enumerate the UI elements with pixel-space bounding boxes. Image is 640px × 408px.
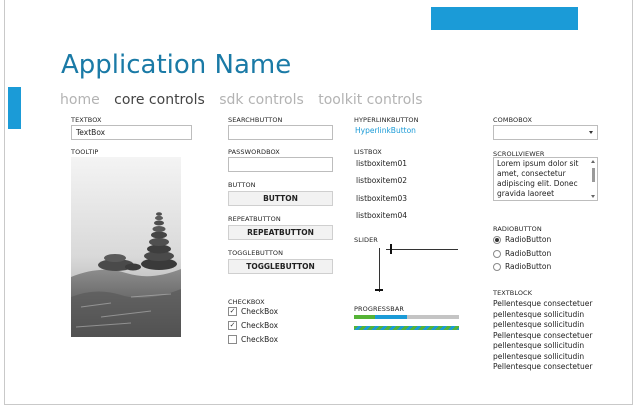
checkbox-label: CHECKBOX xyxy=(228,298,265,306)
nav-item-home[interactable]: home xyxy=(60,92,100,108)
radio-item-label: RadioButton xyxy=(505,249,552,258)
nav-item-toolkit-controls[interactable]: toolkit controls xyxy=(318,92,422,108)
listbox-label: LISTBOX xyxy=(354,148,382,156)
nav-item-sdk-controls[interactable]: sdk controls xyxy=(219,92,304,108)
tooltip-label: TOOLTIP xyxy=(71,148,99,156)
togglebutton-label: TOGGLEBUTTON xyxy=(228,249,284,257)
horizontal-slider-thumb[interactable] xyxy=(390,244,392,254)
searchbutton-label: SEARCHBUTTON xyxy=(228,116,283,124)
slider-label: SLIDER xyxy=(354,236,378,244)
password-input[interactable] xyxy=(228,157,333,172)
listbox-item[interactable]: listboxitem04 xyxy=(356,211,407,220)
radio-item-label: RadioButton xyxy=(505,235,552,244)
scroll-down-icon[interactable] xyxy=(591,195,595,198)
progress-fill-blue xyxy=(375,315,407,319)
radiobutton-label: RADIOBUTTON xyxy=(493,225,542,233)
text-block-line: pellentesque sollicitudin xyxy=(493,320,585,329)
textblock-label: TEXTBLOCK xyxy=(493,289,533,297)
scroll-viewer-thumb[interactable] xyxy=(592,168,595,182)
text-block-line: pellentesque sollicitudin xyxy=(493,309,585,319)
listbox-item[interactable]: listboxitem01 xyxy=(356,159,407,168)
scroll-viewer-scrollbar[interactable] xyxy=(591,160,596,198)
textbox-label: TEXTBOX xyxy=(71,116,102,124)
radio-item-2[interactable]: RadioButton xyxy=(493,249,551,258)
repeat-button[interactable]: REPEATBUTTON xyxy=(228,225,333,240)
progress-bar-indeterminate xyxy=(354,326,459,330)
vertical-slider[interactable] xyxy=(374,248,384,296)
chevron-down-icon xyxy=(589,131,593,134)
tooltip-image[interactable] xyxy=(71,157,181,337)
checkbox-item-label: CheckBox xyxy=(241,307,279,316)
checkbox-item-2[interactable]: ✓ CheckBox xyxy=(228,321,278,330)
text-block-line: Pellentesque consectetuer xyxy=(493,330,593,340)
combobox[interactable] xyxy=(493,125,598,140)
checkbox-checked-icon: ✓ xyxy=(228,307,237,316)
textbox-input[interactable]: TextBox xyxy=(71,125,192,140)
checkbox-item-label: CheckBox xyxy=(241,321,279,330)
stacked-stones-image xyxy=(71,157,181,337)
toggle-button[interactable]: TOGGLEBUTTON xyxy=(228,259,333,274)
text-block-line: pellentesque sollicitudin xyxy=(493,351,585,361)
scroll-up-icon[interactable] xyxy=(591,160,595,163)
text-block-line: Pellentesque consectetuer xyxy=(493,362,593,371)
checkbox-item-label: CheckBox xyxy=(241,335,279,344)
app-title: Application Name xyxy=(61,50,292,80)
left-accent-bar xyxy=(8,87,21,129)
hyperlinkbutton-label: HYPERLINKBUTTON xyxy=(354,116,419,124)
progress-fill-green xyxy=(354,315,375,319)
listbox-item[interactable]: listboxitem03 xyxy=(356,194,407,203)
text-block: Pellentesque consectetuer pellentesque s… xyxy=(493,299,603,373)
radio-item-1[interactable]: RadioButton xyxy=(493,235,551,244)
repeatbutton-label: REPEATBUTTON xyxy=(228,215,281,223)
passwordbox-label: PASSWORDBOX xyxy=(228,148,280,156)
progress-bar-determinate xyxy=(354,315,459,319)
checkbox-item-1[interactable]: ✓ CheckBox xyxy=(228,307,278,316)
nav-item-core-controls[interactable]: core controls xyxy=(114,92,205,108)
radio-unselected-icon xyxy=(493,262,501,271)
button-label: BUTTON xyxy=(228,181,256,189)
radio-unselected-icon xyxy=(493,249,501,258)
radio-item-3[interactable]: RadioButton xyxy=(493,262,551,271)
checkbox-unchecked-icon xyxy=(228,335,237,344)
horizontal-slider[interactable] xyxy=(378,244,460,254)
radio-item-label: RadioButton xyxy=(505,262,552,271)
progressbar-label: PROGRESSBAR xyxy=(354,305,404,313)
horizontal-slider-track xyxy=(386,249,458,250)
radio-selected-icon xyxy=(493,235,501,244)
checkbox-checked-icon: ✓ xyxy=(228,321,237,330)
vertical-slider-thumb[interactable] xyxy=(375,289,383,291)
scroll-viewer[interactable]: Lorem ipsum dolor sit amet, consectetur … xyxy=(493,157,598,201)
combobox-label: COMBOBOX xyxy=(493,116,533,124)
checkbox-item-3[interactable]: CheckBox xyxy=(228,335,278,344)
top-accent-bar xyxy=(431,7,578,30)
listbox-item[interactable]: listboxitem02 xyxy=(356,176,407,185)
text-block-line: pellentesque sollicitudin xyxy=(493,341,585,350)
primary-button[interactable]: BUTTON xyxy=(228,191,333,206)
pivot-nav: home core controls sdk controls toolkit … xyxy=(60,92,433,108)
hyperlink-button[interactable]: HyperlinkButton xyxy=(355,126,416,135)
scroll-viewer-text: Lorem ipsum dolor sit amet, consectetur … xyxy=(497,159,579,200)
vertical-slider-track xyxy=(379,248,380,292)
text-block-line: Pellentesque consectetuer xyxy=(493,299,593,308)
search-input[interactable] xyxy=(228,125,333,140)
